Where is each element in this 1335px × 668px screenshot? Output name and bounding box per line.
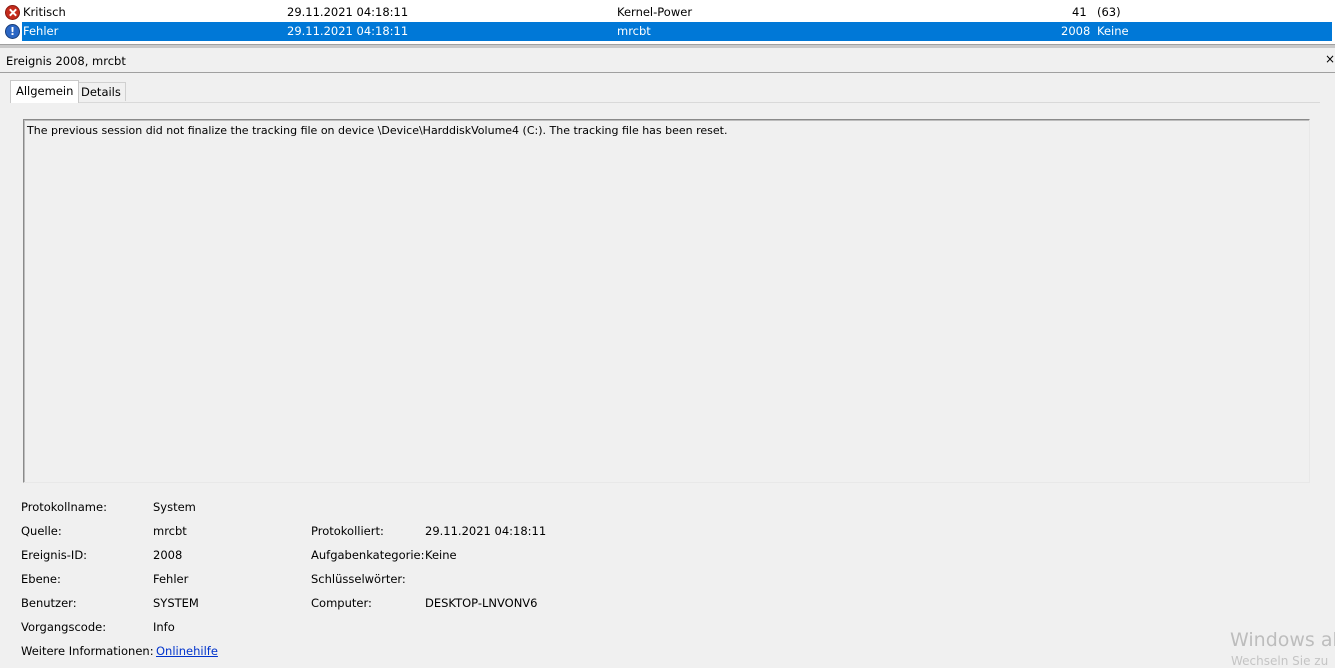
label-protokolliert: Protokolliert: [311,524,384,538]
value-protokollname: System [153,500,196,514]
event-row-error-selected[interactable]: Fehler 29.11.2021 04:18:11 mrcbt 2008 Ke… [22,22,1332,41]
detail-title: Ereignis 2008, mrcbt [6,54,126,68]
value-aufgabenkategorie: Keine [425,548,457,562]
event-category: (63) [1097,5,1121,19]
label-weitere-informationen: Weitere Informationen: [21,644,154,658]
error-info-icon: ! [5,24,20,39]
value-vorgangscode: Info [153,620,175,634]
pane-splitter[interactable] [0,44,1335,48]
event-date: 29.11.2021 04:18:11 [287,5,409,19]
value-ebene: Fehler [153,572,189,586]
event-category: Keine [1097,24,1129,38]
value-protokolliert: 29.11.2021 04:18:11 [425,524,547,538]
label-ebene: Ebene: [21,572,61,586]
event-date: 29.11.2021 04:18:11 [287,24,409,38]
label-quelle: Quelle: [21,524,62,538]
close-icon[interactable]: × [1325,52,1335,66]
onlinehilfe-link[interactable]: Onlinehilfe [156,644,218,658]
label-protokollname: Protokollname: [21,500,107,514]
event-description-box[interactable]: The previous session did not finalize th… [23,119,1310,483]
label-vorgangscode: Vorgangscode: [21,620,107,634]
event-level: Fehler [23,24,59,38]
label-computer: Computer: [311,596,372,610]
event-description: The previous session did not finalize th… [27,124,728,137]
value-computer: DESKTOP-LNVONV6 [425,596,538,610]
critical-error-icon [5,5,20,20]
event-list[interactable]: Kritisch 29.11.2021 04:18:11 Kernel-Powe… [0,0,1335,44]
tab-allgemein[interactable]: Allgemein [10,80,80,103]
value-quelle: mrcbt [153,524,187,538]
label-schluesselwoerter: Schlüsselwörter: [311,572,406,586]
value-benutzer: SYSTEM [153,596,199,610]
value-ereignis-id: 2008 [153,548,183,562]
event-id: 41 [1072,5,1087,19]
event-source: Kernel-Power [617,5,693,19]
event-row-critical[interactable]: Kritisch 29.11.2021 04:18:11 Kernel-Powe… [0,3,1332,22]
detail-header: Ereignis 2008, mrcbt × [0,49,1335,73]
event-level: Kritisch [23,5,66,19]
label-aufgabenkategorie: Aufgabenkategorie: [311,548,425,562]
label-benutzer: Benutzer: [21,596,77,610]
event-source: mrcbt [617,24,651,38]
event-id: 2008 [1061,24,1091,38]
activation-watermark-title: Windows ak [1230,629,1335,651]
label-ereignis-id: Ereignis-ID: [21,548,88,562]
tab-details[interactable]: Details [76,82,126,101]
